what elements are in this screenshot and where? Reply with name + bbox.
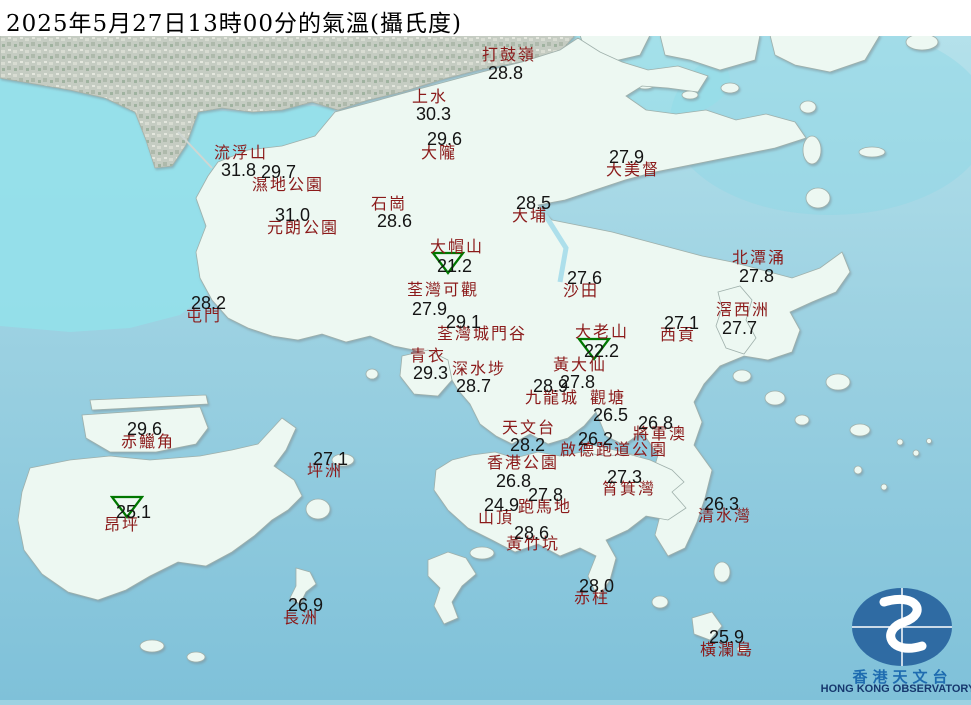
station-temp: 28.7 xyxy=(456,376,492,396)
station-temp: 26.2 xyxy=(578,429,614,449)
station-temp: 27.7 xyxy=(722,318,758,338)
station-temp: 27.1 xyxy=(313,449,349,469)
station-temp: 27.3 xyxy=(607,467,643,487)
station-name: 大帽山 xyxy=(430,237,485,256)
station-name: 黃大仙 xyxy=(553,355,608,374)
page-title: 2025年5月27日13時00分的氣溫(攝氏度) xyxy=(0,0,971,37)
station-temp: 28.9 xyxy=(533,376,569,396)
station-name: 天文台 xyxy=(502,418,557,437)
station-temp: 28.0 xyxy=(579,576,615,596)
station-temp: 29.3 xyxy=(413,363,449,383)
station-temp: 28.2 xyxy=(510,435,546,455)
station-temp: 31.0 xyxy=(275,205,311,225)
station-temp: 29.6 xyxy=(427,129,463,149)
station-temp: 27.8 xyxy=(739,266,775,286)
station-temp: 28.2 xyxy=(191,293,227,313)
station-temp: 26.5 xyxy=(593,405,629,425)
station-name: 深水埗 xyxy=(452,359,507,378)
station-temp: 26.9 xyxy=(288,595,324,615)
station-name: 啟德跑道公園 xyxy=(560,440,669,459)
station-temp: 21.2 xyxy=(437,256,473,276)
station-name: 青衣 xyxy=(410,346,447,365)
station-temp: 29.7 xyxy=(261,162,297,182)
hko-logo: 香港天文台 HONG KONG OBSERVATORY xyxy=(820,580,971,700)
station-name: 荃灣可觀 xyxy=(407,280,480,299)
station-temp: 29.6 xyxy=(127,419,163,439)
station-temp: 31.8 xyxy=(221,160,257,180)
station-temp: 26.8 xyxy=(638,413,674,433)
station-temp: 26.8 xyxy=(496,471,532,491)
station-temp: 28.8 xyxy=(488,63,524,83)
station-name: 香港公園 xyxy=(487,453,560,472)
station-name: 流浮山 xyxy=(214,143,269,162)
hko-logo-english-text: HONG KONG OBSERVATORY xyxy=(820,683,971,695)
station-temp: 28.6 xyxy=(377,211,413,231)
station-temp: 28.5 xyxy=(516,193,552,213)
station-temp: 25.1 xyxy=(116,502,152,522)
station-temp: 27.9 xyxy=(412,299,448,319)
weather-map: 打鼓嶺 28.8 上水 30.3 大隴 29.6 流浮山 31.8 濕地公園 29.7 元朗公園 31… xyxy=(0,0,971,700)
station-temp: 28.6 xyxy=(514,523,550,543)
station-temp: 29.1 xyxy=(446,312,482,332)
station-temp: 27.8 xyxy=(528,485,564,505)
station-temp: 30.3 xyxy=(416,104,452,124)
station-name: 觀塘 xyxy=(590,388,627,407)
station-name: 北潭涌 xyxy=(732,248,787,267)
station-temp: 25.9 xyxy=(709,627,745,647)
station-temp: 24.9 xyxy=(484,495,520,515)
station-name: 滘西洲 xyxy=(716,300,771,319)
station-name: 石崗 xyxy=(371,194,408,213)
station-temp: 27.1 xyxy=(664,313,700,333)
station-temp: 27.9 xyxy=(609,147,645,167)
station-name: 上水 xyxy=(412,87,449,106)
station-name: 大老山 xyxy=(575,322,630,341)
station-temp: 27.6 xyxy=(567,268,603,288)
station-name: 打鼓嶺 xyxy=(482,45,537,64)
station-temp: 26.3 xyxy=(704,494,740,514)
